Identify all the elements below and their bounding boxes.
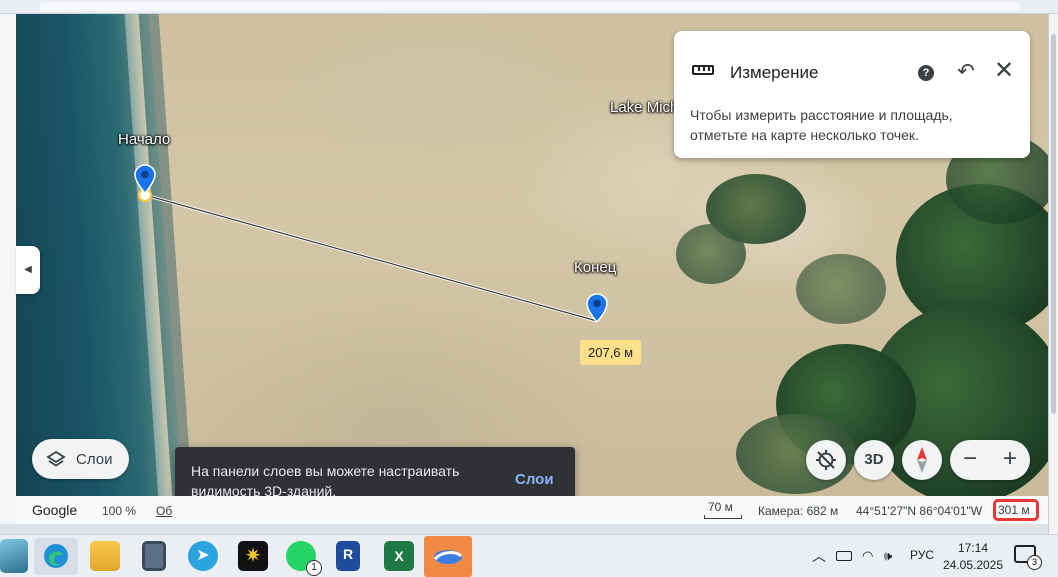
- collapse-sidebar-button[interactable]: ◀: [16, 246, 40, 294]
- browser-top-strip: [0, 0, 1058, 14]
- end-label: Конец: [574, 259, 617, 276]
- left-frame: [0, 14, 16, 524]
- scale-bar: [704, 515, 742, 519]
- snackbar-message: На панели слоев вы можете настраивать ви…: [191, 463, 460, 499]
- browser-tab-strip: [40, 2, 1020, 11]
- google-earth-icon: [433, 550, 463, 564]
- whatsapp-icon[interactable]: 1: [286, 541, 322, 576]
- clock[interactable]: 17:14 24.05.2025: [938, 540, 1008, 574]
- satellite-map[interactable]: Начало Конец Lake Mich 207,6 м Измерение…: [16, 14, 1048, 496]
- place-label: Lake Mich: [610, 99, 679, 116]
- scale-highlight[interactable]: 301 м: [993, 499, 1039, 521]
- undo-icon[interactable]: ↶: [954, 61, 978, 85]
- language-indicator[interactable]: РУС: [910, 548, 934, 562]
- google-logo: Google: [32, 502, 78, 518]
- clock-date: 24.05.2025: [942, 558, 1004, 572]
- google-earth-tile[interactable]: [424, 536, 472, 577]
- start-pin-icon[interactable]: [134, 164, 156, 194]
- snackbar-layers-button[interactable]: Слои: [515, 471, 554, 488]
- calculator-icon[interactable]: [142, 541, 166, 571]
- excel-icon[interactable]: X: [384, 541, 414, 571]
- taskbar: ➤ ✷ 1 R X ︿ ◠ 🕪 РУС 17:14 24.05.2025 3: [0, 534, 1058, 577]
- wifi-icon[interactable]: ◠: [862, 548, 873, 564]
- camera-altitude: Камера: 682 м: [758, 504, 839, 518]
- zoom-out-button[interactable]: −: [950, 440, 990, 480]
- zoom-controls: − +: [950, 440, 1030, 480]
- notification-icon[interactable]: 3: [1014, 545, 1042, 570]
- layers-icon: [46, 450, 66, 467]
- revit-icon[interactable]: R: [336, 541, 360, 571]
- zoom-level: 100 %: [102, 504, 137, 518]
- file-explorer-icon[interactable]: [90, 541, 120, 571]
- edge-icon: [44, 544, 68, 568]
- help-icon[interactable]: ?: [918, 65, 934, 81]
- clock-time: 17:14: [957, 541, 989, 555]
- distance-badge: 207,6 м: [580, 340, 642, 365]
- panel-description: Чтобы измерить расстояние и площадь, отм…: [690, 107, 953, 143]
- close-icon[interactable]: ✕: [992, 59, 1016, 83]
- about-link[interactable]: Об: [156, 504, 172, 518]
- coordinates: 44°51'27"N 86°04'01"W: [856, 504, 983, 518]
- app-icon[interactable]: [0, 539, 28, 573]
- edge-active-tile[interactable]: [34, 538, 78, 575]
- layers-button[interactable]: Слои: [32, 439, 129, 479]
- scrollbar-thumb[interactable]: [1051, 34, 1056, 414]
- zoom-in-button[interactable]: +: [990, 440, 1030, 480]
- status-bar: Google 100 % Об 70 м Камера: 682 м 44°51…: [16, 496, 1048, 524]
- google-earth-window: Начало Конец Lake Mich 207,6 м Измерение…: [0, 0, 1058, 577]
- layers-label: Слои: [76, 450, 113, 468]
- whatsapp-badge: 1: [306, 560, 322, 576]
- start-label: Начало: [118, 131, 171, 148]
- compass-icon: [917, 447, 927, 473]
- battery-icon[interactable]: [836, 551, 852, 561]
- scale-label: 70 м: [708, 500, 733, 514]
- location-button[interactable]: [806, 440, 846, 480]
- panel-title: Измерение: [730, 63, 819, 82]
- star-app-icon[interactable]: ✷: [238, 541, 268, 571]
- volume-icon[interactable]: 🕪: [884, 548, 892, 564]
- right-scrollbar[interactable]: [1048, 14, 1058, 534]
- measurement-panel: Измерение ? ↶ ✕ Чтобы измерить расстояни…: [674, 31, 1030, 158]
- chevron-up-icon[interactable]: ︿: [812, 546, 826, 566]
- notification-count: 3: [1027, 555, 1042, 570]
- telegram-icon[interactable]: ➤: [188, 541, 218, 571]
- compass-button[interactable]: [902, 440, 942, 480]
- end-pin-icon[interactable]: [586, 293, 608, 323]
- location-off-icon: [816, 450, 836, 470]
- 3d-button[interactable]: 3D: [854, 440, 894, 480]
- ruler-icon: [692, 65, 714, 75]
- measurement-line: [144, 194, 598, 322]
